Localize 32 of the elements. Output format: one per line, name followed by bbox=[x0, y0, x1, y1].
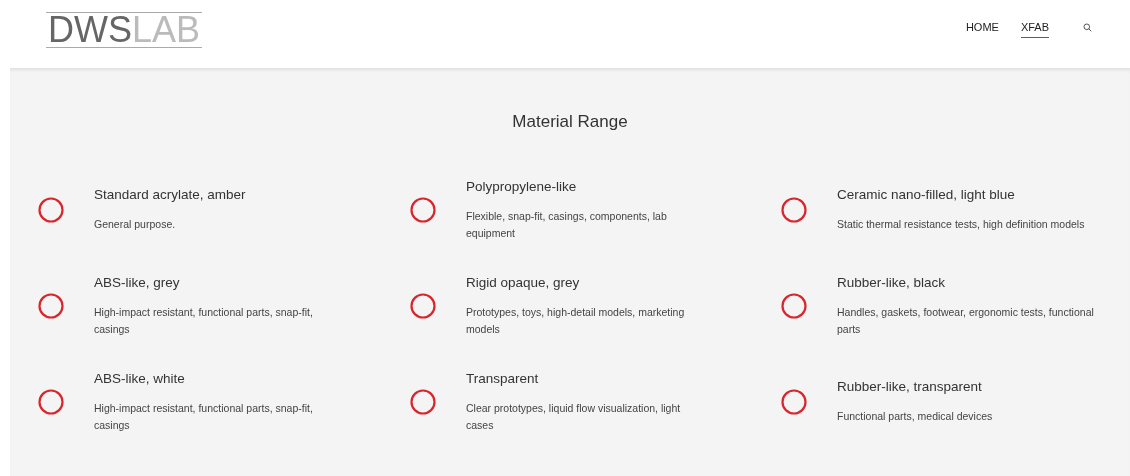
material-name: Rubber-like, transparent bbox=[837, 379, 983, 394]
circle-icon bbox=[781, 389, 807, 415]
material-name: Standard acrylate, amber bbox=[94, 187, 247, 202]
material-description: General purpose. bbox=[94, 217, 177, 232]
material-name: Transparent bbox=[466, 370, 540, 386]
circle-icon bbox=[38, 293, 64, 319]
section-title: Material Range bbox=[511, 112, 629, 132]
search-icon[interactable] bbox=[1083, 22, 1092, 32]
material-description: Flexible, snap-fit, casings, components, lab equipment bbox=[466, 208, 668, 241]
material-description: High-impact resistant, functional parts, snap-fit, casings bbox=[94, 304, 314, 337]
material-name: ABS-like, white bbox=[94, 370, 186, 386]
circle-icon bbox=[38, 197, 64, 223]
circle-icon bbox=[410, 293, 436, 319]
material-description: Functional parts, medical devices bbox=[837, 409, 994, 424]
material-name: Rubber-like, black bbox=[837, 274, 947, 290]
material-description: Static thermal resistance tests, high definition models bbox=[837, 217, 1086, 232]
circle-icon bbox=[781, 197, 807, 223]
material-name: Ceramic nano-filled, light blue bbox=[837, 187, 1016, 202]
circle-icon bbox=[410, 389, 436, 415]
material-description: Prototypes, toys, high-detail models, marketing models bbox=[466, 304, 686, 337]
nav-link[interactable]: XFAB bbox=[1020, 16, 1049, 38]
circle-icon bbox=[410, 197, 436, 223]
material-name: Rigid opaque, grey bbox=[466, 274, 581, 290]
circle-icon bbox=[38, 389, 64, 415]
material-description: Clear prototypes, liquid flow visualization, light cases bbox=[466, 400, 682, 433]
material-description: High-impact resistant, functional parts, snap-fit, casings bbox=[94, 400, 314, 433]
material-name: ABS-like, grey bbox=[94, 274, 181, 290]
logo[interactable]: DWSLAB bbox=[46, 12, 203, 48]
material-name: Polypropylene-like bbox=[466, 178, 578, 194]
nav-link[interactable]: HOME bbox=[965, 16, 999, 38]
circle-icon bbox=[781, 293, 807, 319]
material-description: Handles, gaskets, footwear, ergonomic tests, functional parts bbox=[837, 304, 1095, 337]
